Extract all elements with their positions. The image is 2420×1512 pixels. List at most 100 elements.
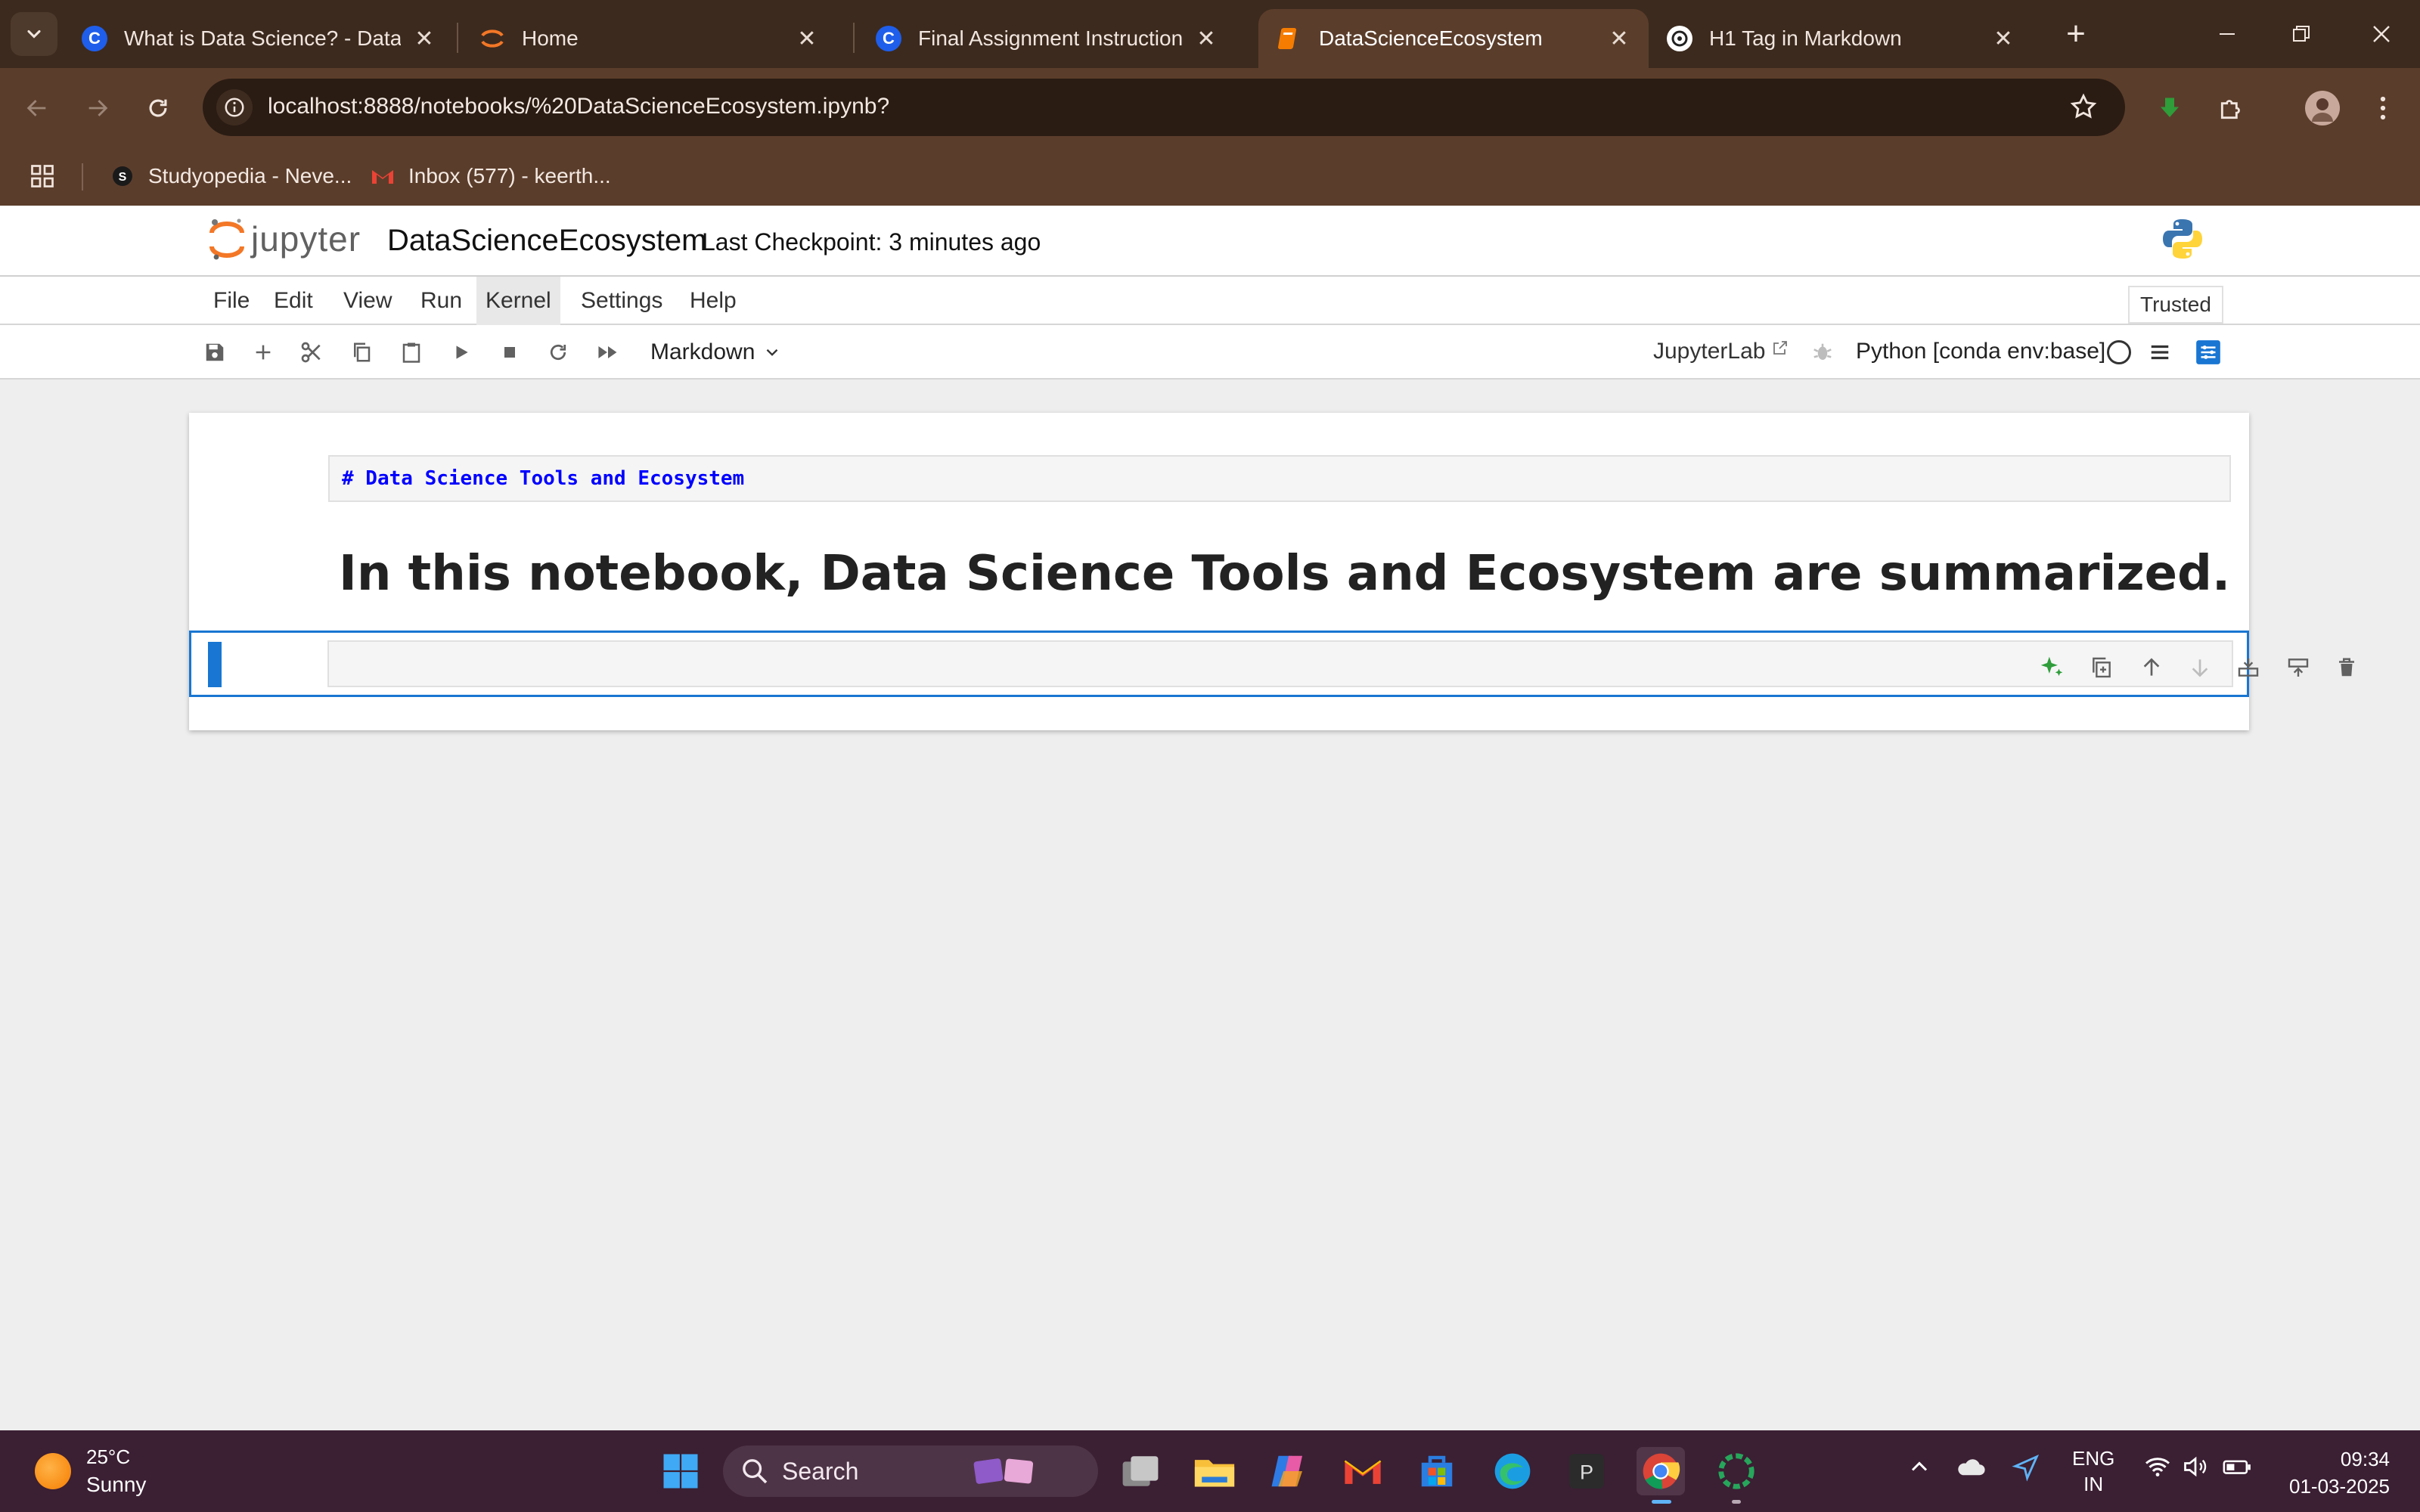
close-window-button[interactable] <box>2347 8 2415 60</box>
restore-button[interactable] <box>2267 8 2335 60</box>
tab-final-assignment[interactable]: C Final Assignment Instructions: I ✕ <box>858 9 1236 68</box>
tab-title: Home <box>522 26 579 50</box>
site-info-button[interactable] <box>216 89 253 125</box>
notebook-title[interactable]: DataScienceEcosystem <box>387 224 706 258</box>
profile-avatar[interactable] <box>2302 88 2343 129</box>
loading-app-button[interactable] <box>1712 1447 1761 1504</box>
arrow-up-icon <box>2143 658 2160 676</box>
property-inspector-button[interactable] <box>2189 333 2228 372</box>
coursera-icon: C <box>82 26 107 51</box>
microsoft-store-button[interactable] <box>1413 1447 1461 1495</box>
system-clock[interactable]: 09:34 01-03-2025 <box>2284 1445 2390 1500</box>
weather-condition[interactable]: Sunny <box>86 1473 146 1497</box>
edge-button[interactable] <box>1488 1447 1537 1495</box>
jupyter-logo[interactable]: jupyter <box>209 216 361 262</box>
ai-assist-button[interactable] <box>2035 651 2068 684</box>
tab-datascienceecosystem[interactable]: DataScienceEcosystem ✕ <box>1258 9 1649 68</box>
copilot-button[interactable] <box>1264 1447 1313 1495</box>
extensions-puzzle-icon[interactable] <box>2211 88 2252 129</box>
interrupt-kernel-button[interactable] <box>490 333 529 372</box>
onedrive-icon[interactable] <box>1954 1453 1986 1486</box>
notebook-menu-button[interactable] <box>2140 333 2180 372</box>
active-cell[interactable] <box>189 631 2354 697</box>
insert-cell-above-button[interactable] <box>2232 651 2265 684</box>
restart-icon <box>550 344 566 361</box>
new-tab-button[interactable]: + <box>2055 14 2096 54</box>
taskbar-search[interactable]: Search <box>723 1445 1098 1497</box>
windows-taskbar: 25°C Sunny Search P ENG IN 09:34 01-03-2… <box>0 1430 2420 1512</box>
bookmark-studyopedia[interactable]: S Studyopedia - Neve... <box>110 157 352 195</box>
restart-run-all-button[interactable] <box>588 333 628 372</box>
play-icon <box>456 345 468 359</box>
bookmark-star-icon[interactable] <box>2069 92 2098 125</box>
menu-view[interactable]: View <box>334 277 401 325</box>
chrome-button[interactable] <box>1637 1447 1685 1504</box>
duplicate-cell-button[interactable] <box>2085 651 2118 684</box>
tab-h1-tag-in-markdown[interactable]: H1 Tag in Markdown ✕ <box>1649 9 2033 68</box>
forward-button[interactable] <box>77 88 118 129</box>
chrome-menu-icon[interactable] <box>2363 88 2403 129</box>
kernel-idle-status-icon <box>2107 340 2131 364</box>
address-bar[interactable]: localhost:8888/notebooks/%20DataScienceE… <box>203 79 2125 136</box>
close-tab-icon[interactable]: ✕ <box>413 26 436 52</box>
minimize-button[interactable] <box>2193 8 2261 60</box>
weather-sunny-icon[interactable] <box>35 1453 71 1489</box>
move-cell-down-button[interactable] <box>2183 651 2217 684</box>
input-language-indicator[interactable]: ENG IN <box>2072 1445 2114 1497</box>
tab-search-button[interactable] <box>11 12 57 56</box>
battery-icon[interactable] <box>2222 1453 2252 1486</box>
p-app-button[interactable]: P <box>1562 1447 1611 1495</box>
show-hidden-icons-button[interactable] <box>1906 1453 1933 1486</box>
file-explorer-button[interactable] <box>1190 1447 1239 1495</box>
close-tab-icon[interactable]: ✕ <box>1992 26 2015 52</box>
wifi-icon[interactable] <box>2143 1453 2172 1486</box>
run-cell-button[interactable] <box>442 333 481 372</box>
menu-run[interactable]: Run <box>411 277 471 325</box>
insert-cell-button[interactable] <box>244 333 283 372</box>
insert-cell-below-button[interactable] <box>2282 651 2315 684</box>
paste-button[interactable] <box>392 333 431 372</box>
open-jupyterlab-link[interactable]: JupyterLab <box>1653 339 1789 364</box>
menu-file[interactable]: File <box>204 277 259 325</box>
weather-temperature[interactable]: 25°C <box>86 1445 130 1469</box>
reload-button[interactable] <box>138 88 178 129</box>
close-tab-icon[interactable]: ✕ <box>1608 26 1630 52</box>
gmail-app-button[interactable] <box>1339 1447 1387 1495</box>
cell-type-dropdown[interactable]: Markdown <box>650 336 782 369</box>
bookmark-label: Studyopedia - Neve... <box>148 164 352 187</box>
coursera-icon: C <box>876 26 901 51</box>
start-button[interactable] <box>656 1447 705 1495</box>
close-tab-icon[interactable]: ✕ <box>796 26 818 52</box>
menu-kernel[interactable]: Kernel <box>476 277 560 325</box>
menu-edit[interactable]: Edit <box>265 277 322 325</box>
url-text[interactable]: localhost:8888/notebooks/%20DataScienceE… <box>268 94 889 119</box>
back-button[interactable] <box>17 88 57 129</box>
debugger-button[interactable] <box>1803 333 1842 372</box>
bookmark-label: Inbox (577) - keerth... <box>408 164 611 187</box>
apps-button[interactable] <box>29 157 56 195</box>
task-view-button[interactable] <box>1116 1447 1165 1495</box>
copy-button[interactable] <box>342 333 381 372</box>
language-code: ENG <box>2072 1447 2115 1470</box>
tab-home[interactable]: Home ✕ <box>461 9 836 68</box>
menu-settings[interactable]: Settings <box>572 277 672 325</box>
gmail-icon <box>1344 1460 1382 1484</box>
save-button[interactable] <box>195 333 234 372</box>
delete-cell-button[interactable] <box>2330 651 2363 684</box>
move-cell-up-button[interactable] <box>2135 651 2168 684</box>
cell-input-editor[interactable] <box>327 640 2354 687</box>
tab-what-is-data-science[interactable]: C What is Data Science? - Data Ll ✕ <box>64 9 454 68</box>
markdown-cell-source[interactable]: # Data Science Tools and Ecosystem <box>328 455 2231 502</box>
volume-icon[interactable] <box>2181 1453 2210 1486</box>
location-arrow-icon[interactable] <box>2012 1453 2040 1487</box>
cell-collapser[interactable] <box>208 642 222 687</box>
chrome-icon <box>1643 1453 1680 1489</box>
close-tab-icon[interactable]: ✕ <box>1195 26 1218 52</box>
cut-button[interactable] <box>292 333 331 372</box>
kernel-name[interactable]: Python [conda env:base] <box>1856 339 2105 364</box>
trusted-indicator[interactable]: Trusted <box>2128 286 2223 324</box>
extension-download-icon[interactable] <box>2149 88 2190 129</box>
restart-kernel-button[interactable] <box>538 333 578 372</box>
bookmark-gmail-inbox[interactable]: Inbox (577) - keerth... <box>371 157 611 195</box>
menu-help[interactable]: Help <box>681 277 746 325</box>
